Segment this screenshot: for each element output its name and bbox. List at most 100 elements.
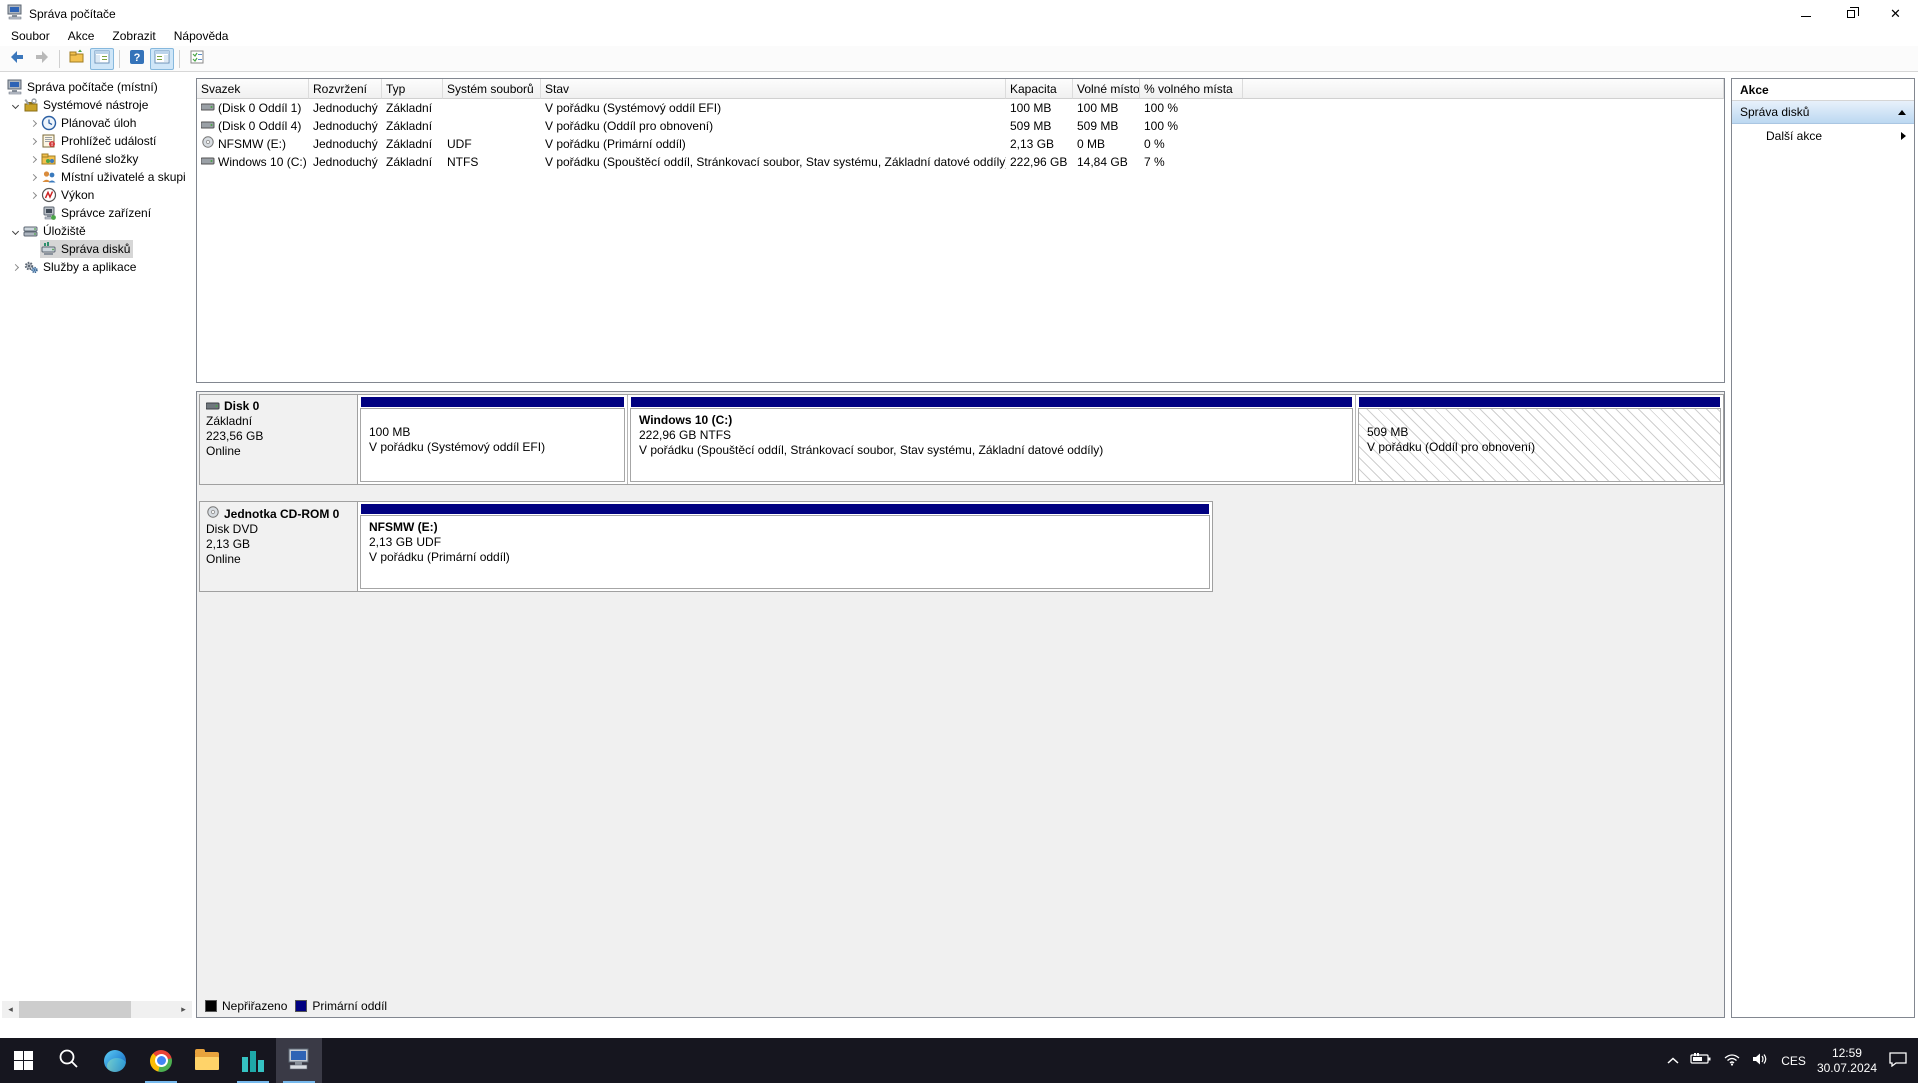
table-row[interactable]: (Disk 0 Oddíl 1) Jednoduchý Základní V p…: [197, 99, 1724, 117]
table-row[interactable]: Windows 10 (C:) Jednoduchý Základní NTFS…: [197, 153, 1724, 171]
taskbar-edge-button[interactable]: [92, 1038, 138, 1083]
titlebar: Správa počítače ✕: [0, 0, 1918, 27]
tree-item-computer-management[interactable]: Správa počítače (místní): [2, 78, 192, 96]
legend-primary-label: Primární oddíl: [312, 999, 388, 1013]
tree-horizontal-scrollbar[interactable]: ◂ ▸: [2, 1001, 192, 1018]
column-header-kapacita[interactable]: Kapacita: [1006, 79, 1073, 99]
taskbar-chrome-button[interactable]: [138, 1038, 184, 1083]
storage-icon: [23, 223, 39, 239]
column-header-svazek[interactable]: Svazek: [197, 79, 309, 99]
expand-arrow-icon[interactable]: [26, 137, 40, 145]
column-header-pct-volneho-mista[interactable]: % volného místa: [1140, 79, 1243, 99]
svg-text:?: ?: [134, 52, 141, 64]
edge-icon: [104, 1049, 126, 1072]
action-more-actions[interactable]: Další akce: [1732, 124, 1914, 147]
notification-center-icon[interactable]: [1888, 1051, 1908, 1070]
partition-nfsmw[interactable]: NFSMW (E:) 2,13 GB UDF V pořádku (Primár…: [358, 502, 1212, 591]
tree-item-disk-management[interactable]: Správa disků: [2, 240, 192, 258]
buildings-app-icon: [242, 1050, 264, 1072]
file-explorer-icon: [195, 1048, 219, 1070]
start-button[interactable]: [0, 1038, 46, 1083]
toolbar: ?: [0, 46, 1918, 72]
menu-zobrazit[interactable]: Zobrazit: [103, 27, 164, 46]
tree-item-device-manager[interactable]: Správce zařízení: [2, 204, 192, 222]
device-manager-icon: [41, 205, 57, 221]
back-button[interactable]: [5, 48, 29, 70]
volume-icon: [200, 100, 215, 116]
menu-napoveda[interactable]: Nápověda: [165, 27, 238, 46]
taskbar-buildings-app-button[interactable]: [230, 1038, 276, 1083]
collapse-arrow-icon[interactable]: [8, 227, 22, 235]
collapse-chevron-icon[interactable]: [1898, 109, 1906, 115]
forward-button[interactable]: [30, 48, 54, 70]
language-indicator[interactable]: CES: [1781, 1054, 1806, 1068]
tree-item-task-scheduler[interactable]: Plánovač úloh: [2, 114, 192, 132]
scroll-right-arrow-icon[interactable]: ▸: [175, 1001, 192, 1018]
tree-item-performance[interactable]: Výkon: [2, 186, 192, 204]
tree-item-system-tools[interactable]: Systémové nástroje: [2, 96, 192, 114]
taskbar-computer-management-button[interactable]: [276, 1038, 322, 1083]
volume-icon: [200, 118, 215, 134]
column-header-system-souboru[interactable]: Systém souborů: [443, 79, 541, 99]
properties-button[interactable]: [185, 48, 209, 70]
volume-speaker-icon[interactable]: [1752, 1052, 1770, 1069]
table-row[interactable]: (Disk 0 Oddíl 4) Jednoduchý Základní V p…: [197, 117, 1724, 135]
close-button[interactable]: ✕: [1873, 0, 1918, 27]
clock[interactable]: 12:59 30.07.2024: [1817, 1046, 1877, 1076]
computer-icon: [7, 79, 23, 95]
action-group-disk-management[interactable]: Správa disků: [1732, 101, 1914, 124]
expand-arrow-icon[interactable]: [8, 263, 22, 271]
properties-icon: [189, 49, 205, 68]
battery-icon[interactable]: [1690, 1052, 1712, 1069]
column-header-typ[interactable]: Typ: [382, 79, 443, 99]
help-button[interactable]: ?: [125, 48, 149, 70]
action-pane-toggle-button[interactable]: [150, 47, 174, 70]
restore-button[interactable]: [1828, 0, 1873, 27]
column-header-filler: [1243, 79, 1724, 99]
column-header-volne-misto[interactable]: Volné místo: [1073, 79, 1140, 99]
back-icon: [9, 49, 25, 68]
tree-item-shared-folders[interactable]: Sdílené složky: [2, 150, 192, 168]
tree-item-local-users-groups[interactable]: Místní uživatelé a skupi: [2, 168, 192, 186]
tree-item-storage[interactable]: Úložiště: [2, 222, 192, 240]
disk-0-label[interactable]: Disk 0 Základní 223,56 GB Online: [200, 395, 358, 484]
console-tree-toggle-button[interactable]: [90, 47, 114, 70]
collapse-arrow-icon[interactable]: [8, 101, 22, 109]
export-list-button[interactable]: [65, 48, 89, 70]
cdrom-0-label[interactable]: Jednotka CD-ROM 0 Disk DVD 2,13 GB Onlin…: [200, 502, 358, 591]
taskbar-file-explorer-button[interactable]: [184, 1038, 230, 1083]
computer-management-icon: [287, 1047, 311, 1074]
minimize-button[interactable]: [1783, 0, 1828, 27]
taskbar: CES 12:59 30.07.2024: [0, 1038, 1918, 1083]
table-row[interactable]: NFSMW (E:) Jednoduchý Základní UDF V poř…: [197, 135, 1724, 153]
scroll-left-arrow-icon[interactable]: ◂: [2, 1001, 19, 1018]
volume-icon: [200, 154, 215, 170]
wifi-icon[interactable]: [1723, 1052, 1741, 1069]
menu-akce[interactable]: Akce: [59, 27, 104, 46]
partition-efi[interactable]: 100 MB V pořádku (Systémový oddíl EFI): [358, 395, 628, 484]
action-pane: Akce Správa disků Další akce: [1731, 78, 1915, 1018]
legend-primary-swatch: [295, 1000, 308, 1012]
expand-arrow-icon[interactable]: [26, 191, 40, 199]
windows-logo-icon: [13, 1051, 33, 1070]
cd-drive-icon: [206, 506, 220, 522]
tree-item-services-applications[interactable]: Služby a aplikace: [2, 258, 192, 276]
column-header-rozvrzeni[interactable]: Rozvržení: [309, 79, 382, 99]
expand-arrow-icon[interactable]: [26, 155, 40, 163]
volume-list-header: Svazek Rozvržení Typ Systém souborů Stav…: [197, 79, 1724, 99]
tray-chevron-up-icon[interactable]: [1667, 1054, 1679, 1068]
column-header-stav[interactable]: Stav: [541, 79, 1006, 99]
pane-splitter[interactable]: [196, 383, 1725, 391]
tree-item-event-viewer[interactable]: Prohlížeč událostí: [2, 132, 192, 150]
expand-arrow-icon[interactable]: [26, 173, 40, 181]
legend-unallocated-swatch: [205, 1000, 217, 1012]
taskbar-search-button[interactable]: [46, 1038, 92, 1083]
partition-windows-c[interactable]: Windows 10 (C:) 222,96 GB NTFS V pořádku…: [628, 395, 1356, 484]
expand-arrow-icon[interactable]: [26, 119, 40, 127]
partition-color-strip: [361, 397, 624, 407]
forward-icon: [34, 49, 50, 68]
scrollbar-thumb[interactable]: [19, 1001, 132, 1018]
services-icon: [23, 259, 39, 275]
menu-soubor[interactable]: Soubor: [2, 27, 59, 46]
partition-recovery[interactable]: 509 MB V pořádku (Oddíl pro obnovení): [1356, 395, 1723, 484]
